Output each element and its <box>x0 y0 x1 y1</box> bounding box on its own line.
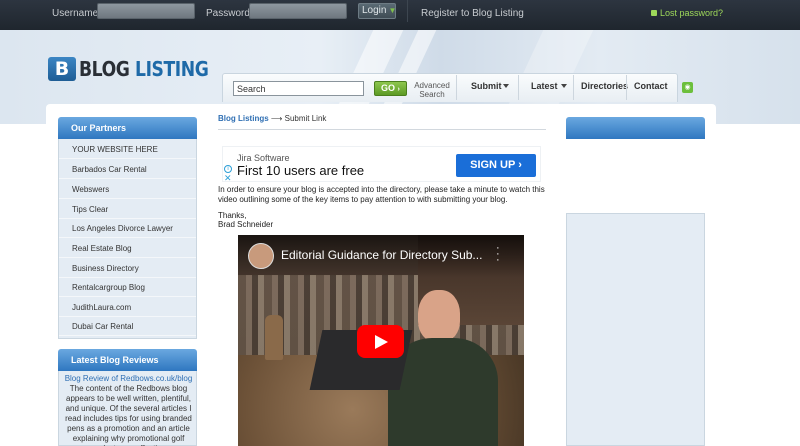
advanced-search-link[interactable]: Advanced Search <box>412 81 452 99</box>
chevron-down-icon <box>503 84 509 88</box>
partner-link[interactable]: Dubai Car Rental <box>59 317 196 336</box>
ad-headline: First 10 users are free <box>237 163 365 178</box>
partners-list: YOUR WEBSITE HERE Barbados Car Rental We… <box>58 139 197 339</box>
nav-divider <box>456 75 457 100</box>
video-frame-person <box>388 290 498 446</box>
breadcrumb-link[interactable]: Blog Listings <box>218 114 269 123</box>
video-title-bar: Editorial Guidance for Directory Sub... … <box>238 235 524 277</box>
nav-latest[interactable]: Latest <box>531 81 558 91</box>
ad-signup-button[interactable]: SIGN UP › <box>456 154 536 177</box>
ad-brand: Jira Software <box>237 153 290 163</box>
ad-banner[interactable]: Jira Software First 10 users are free i … <box>222 146 541 183</box>
divider <box>218 129 546 130</box>
breadcrumb-current: Submit Link <box>284 114 327 123</box>
right-sidebar-heading <box>566 117 705 139</box>
video-player[interactable]: Editorial Guidance for Directory Sub... … <box>238 235 524 446</box>
partner-link[interactable]: Webswers <box>59 180 196 199</box>
nav-directories[interactable]: Directories <box>581 81 628 91</box>
search-go-button[interactable]: GO › <box>374 81 407 96</box>
register-link[interactable]: Register to Blog Listing <box>421 8 524 19</box>
right-sidebar-panel <box>566 213 705 446</box>
more-options-icon[interactable]: · · · <box>496 243 500 266</box>
video-frame-person <box>418 290 460 342</box>
review-excerpt: The content of the Redbows blog appears … <box>65 384 192 446</box>
intro-text: In order to ensure your blog is accepted… <box>218 185 545 204</box>
video-title[interactable]: Editorial Guidance for Directory Sub... <box>281 248 482 262</box>
rss-icon[interactable]: ◉ <box>682 82 693 93</box>
logo-icon: B <box>48 57 76 81</box>
search-input[interactable] <box>233 81 364 96</box>
close-icon[interactable]: ✕ <box>224 174 232 183</box>
login-button-label: Login <box>362 5 387 16</box>
partner-link[interactable]: Los Angeles Divorce Lawyer <box>59 219 196 238</box>
review-link[interactable]: Blog Review of Redbows.co.uk/blog <box>59 374 198 383</box>
channel-avatar[interactable] <box>248 243 274 269</box>
partner-link[interactable]: JudithLaura.com <box>59 298 196 317</box>
reviews-heading: Latest Blog Reviews <box>58 349 197 371</box>
play-icon[interactable] <box>357 325 404 358</box>
advanced-line2: Search <box>419 90 445 99</box>
partner-link[interactable]: YOUR WEBSITE HERE <box>59 140 196 159</box>
breadcrumb: Blog Listings ⟶ Submit Link <box>218 114 326 123</box>
reviews-panel: Blog Review of Redbows.co.uk/blog The co… <box>58 371 197 446</box>
chevron-down-icon <box>561 84 567 88</box>
chevron-down-icon: ▼ <box>388 6 397 15</box>
lost-password-label: Lost password? <box>660 8 724 18</box>
adchoices-icon[interactable]: i <box>224 165 232 173</box>
partner-link[interactable]: Business Directory <box>59 259 196 278</box>
username-label: Username: <box>52 8 101 19</box>
partner-link[interactable]: Tips Clear <box>59 200 196 219</box>
divider <box>407 0 408 22</box>
go-label: GO <box>381 83 396 93</box>
lock-icon <box>651 10 657 16</box>
password-input[interactable] <box>249 3 347 19</box>
login-button[interactable]: Login ▼ <box>358 3 396 19</box>
logo-word: BLOG <box>79 57 130 81</box>
arrow-right-icon: ⟶ <box>270 114 283 123</box>
chevron-right-icon: › <box>397 86 400 93</box>
video-frame-object <box>265 315 283 360</box>
advanced-line1: Advanced <box>414 81 450 90</box>
nav-contact[interactable]: Contact <box>634 81 668 91</box>
nav-divider <box>518 75 519 100</box>
partners-heading: Our Partners <box>58 117 197 139</box>
partner-link[interactable]: Real Estate Blog <box>59 239 196 258</box>
signature-text: Brad Schneider <box>218 220 274 229</box>
partner-link[interactable]: Barbados Car Rental <box>59 160 196 179</box>
nav-divider <box>626 75 627 100</box>
password-label: Password: <box>206 8 253 19</box>
partner-link[interactable]: Rentalcargroup Blog <box>59 278 196 297</box>
nav-divider <box>573 75 574 100</box>
logo-accent: LISTING <box>135 57 209 81</box>
nav-submit[interactable]: Submit <box>471 81 502 91</box>
username-input[interactable] <box>97 3 195 19</box>
lost-password-link[interactable]: Lost password? <box>651 8 723 18</box>
login-bar: Username: Password: Login ▼ Register to B… <box>0 0 800 30</box>
logo-wordmark: BLOG LISTING <box>79 57 209 81</box>
